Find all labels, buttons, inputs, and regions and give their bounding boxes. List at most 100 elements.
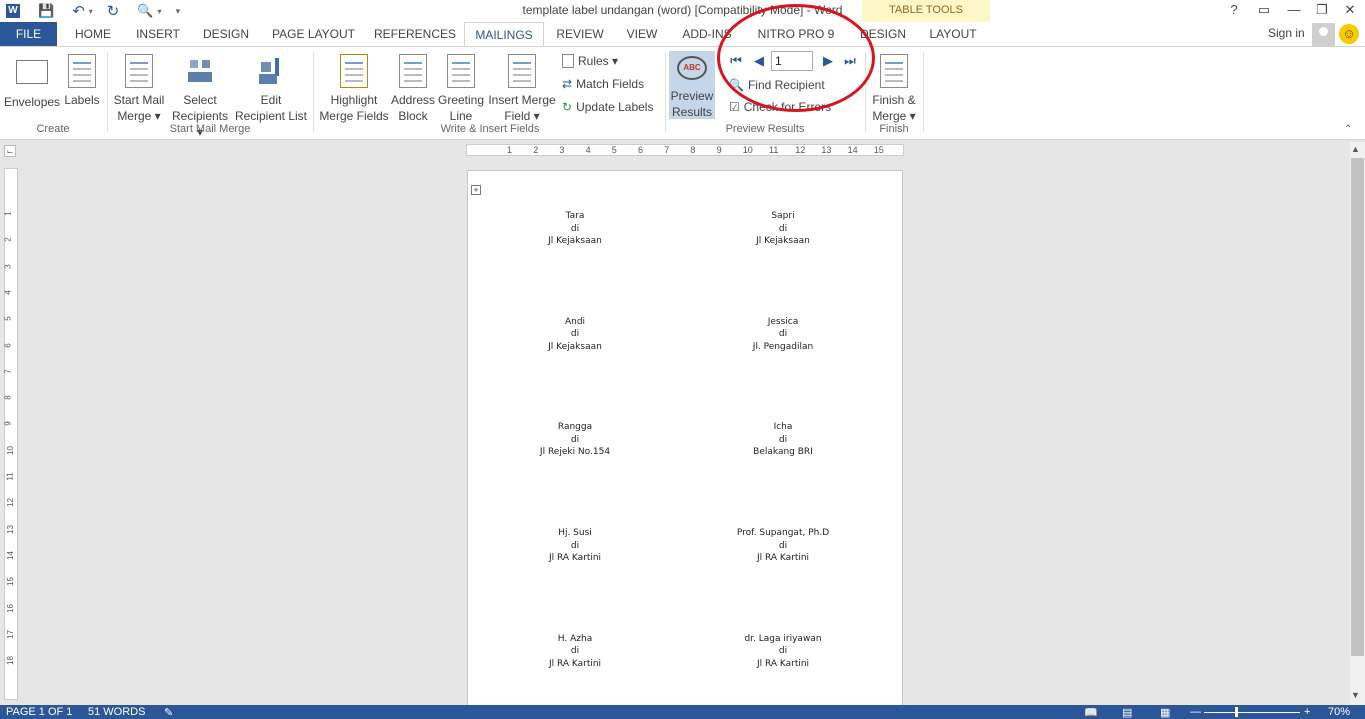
ruler-tick-label: 18 <box>5 656 15 666</box>
word-count[interactable]: 51 WORDS <box>88 706 145 718</box>
zoom-in-icon[interactable]: + <box>1304 706 1310 718</box>
match-fields-button[interactable]: ⇄ Match Fields <box>562 75 644 93</box>
tab-references[interactable]: REFERENCES <box>372 22 458 46</box>
ruler-tick-label: 13 <box>821 145 832 155</box>
zoom-slider[interactable] <box>1204 712 1300 713</box>
avatar[interactable] <box>1312 23 1335 46</box>
mailing-label[interactable]: Icha di Belakang BRI <box>683 421 883 459</box>
mailing-label[interactable]: H. Azha di Jl RA Kartini <box>475 633 675 671</box>
rules-label: Rules ▾ <box>578 54 619 68</box>
mailing-label[interactable]: Hj. Susi di Jl RA Kartini <box>475 527 675 565</box>
ruler-tick-label: 7 <box>3 369 13 374</box>
tab-insert[interactable]: INSERT <box>130 22 186 46</box>
print-layout-icon[interactable]: ▤ <box>1122 706 1132 719</box>
help-button[interactable]: ? <box>1220 0 1248 22</box>
web-layout-icon[interactable]: ▦ <box>1160 706 1170 719</box>
labels-icon <box>68 54 96 88</box>
label-address: Jl Kejaksaan <box>548 236 602 246</box>
insert-merge-field-button[interactable]: Insert Merge Field ▾ <box>486 54 558 124</box>
read-mode-icon[interactable]: 📖 <box>1084 706 1098 719</box>
document-page[interactable]: + Tara di Jl Kejaksaan Sapri di Jl Kejaksaan A… <box>467 170 903 710</box>
ruler-tick-label: 1 <box>507 145 513 155</box>
send-feedback-smiley-icon[interactable]: ☺ <box>1339 24 1359 44</box>
ruler-tick-label: 3 <box>3 263 13 269</box>
tab-file[interactable]: FILE <box>0 22 57 46</box>
ruler-tick-label: 5 <box>611 145 617 155</box>
match-fields-icon: ⇄ <box>562 77 573 91</box>
mailing-label[interactable]: Prof. Supangat, Ph.D di Jl RA Kartini <box>683 527 883 565</box>
mailing-label[interactable]: Jessica di Jl. Pengadilan <box>683 316 883 354</box>
ruler-tick-label: 9 <box>716 145 722 155</box>
zoom-level[interactable]: 70% <box>1328 706 1350 718</box>
update-labels-button[interactable]: ↻ Update Labels <box>562 98 653 116</box>
ruler-tick-label: 2 <box>533 145 539 155</box>
mailing-label[interactable]: Andi di Jl Kejaksaan <box>475 316 675 354</box>
edit-recipient-list-button[interactable]: Edit Recipient List <box>234 54 308 124</box>
finish-merge-label-1: Finish & <box>872 93 916 107</box>
envelopes-label: Envelopes <box>4 95 61 109</box>
ruler-tick-label: 3 <box>559 145 565 155</box>
page-count[interactable]: PAGE 1 OF 1 <box>6 706 72 718</box>
table-tools-label: TABLE TOOLS <box>889 4 963 16</box>
finish-merge-button[interactable]: Finish & Merge ▾ <box>868 54 920 124</box>
insert-merge-field-label-1: Insert Merge <box>488 93 556 107</box>
ruler-tick-label: 8 <box>690 145 696 155</box>
tab-design[interactable]: DESIGN <box>197 22 255 46</box>
restore-button[interactable]: ❐ <box>1308 0 1336 22</box>
mailing-label[interactable]: Sapri di Jl Kejaksaan <box>683 210 883 248</box>
zoom-slider-thumb[interactable] <box>1235 707 1238 717</box>
ruler-tick-label: 6 <box>638 145 644 155</box>
address-block-button[interactable]: Address Block <box>390 54 436 124</box>
ribbon-display-options-icon[interactable]: ▭ <box>1250 0 1278 22</box>
minimize-button[interactable]: — <box>1280 0 1308 22</box>
group-separator <box>923 52 924 132</box>
ruler-tick-label: 16 <box>5 603 15 613</box>
label-di: di <box>778 646 788 657</box>
close-button[interactable]: ✕ <box>1336 0 1364 22</box>
scrollbar-thumb[interactable] <box>1351 158 1364 656</box>
window-title: template label undangan (word) [Compatib… <box>522 3 843 17</box>
label-name: Rangga <box>557 422 593 433</box>
vertical-ruler[interactable]: 1 2 3 4 5 6 7 8 9 10 11 12 13 14 15 16 17 18 <box>4 168 18 700</box>
proofing-icon[interactable]: ✎ <box>164 706 173 719</box>
mailing-label[interactable]: dr. Laga iriyawan di Jl RA Kartini <box>683 633 883 671</box>
preview-results-label-1: Preview <box>670 89 714 103</box>
envelopes-button[interactable]: Envelopes <box>4 54 60 110</box>
preview-results-button[interactable]: ABC Preview Results <box>669 56 715 120</box>
zoom-out-icon[interactable]: — <box>1190 706 1201 718</box>
mailing-label[interactable]: Tara di Jl Kejaksaan <box>475 210 675 248</box>
label-di: di <box>570 646 580 657</box>
tab-selector[interactable]: ⌙ <box>4 145 16 157</box>
start-mail-merge-icon <box>125 54 153 88</box>
tab-home[interactable]: HOME <box>67 22 119 46</box>
tab-review[interactable]: REVIEW <box>552 22 608 46</box>
status-bar: PAGE 1 OF 1 51 WORDS ✎ 📖 ▤ ▦ — + 70% <box>0 705 1365 719</box>
ruler-tick-label: 15 <box>5 577 15 587</box>
greeting-line-label-2: Line <box>449 109 473 123</box>
rules-button[interactable]: Rules ▾ <box>562 52 618 70</box>
finish-merge-icon <box>880 54 908 88</box>
collapse-ribbon-icon[interactable]: ⌃ <box>1344 124 1352 135</box>
sign-in-link[interactable]: Sign in <box>1268 26 1305 40</box>
label-di: di <box>778 329 788 340</box>
labels-label: Labels <box>64 93 100 107</box>
edit-recipient-list-label-1: Edit <box>260 93 282 107</box>
horizontal-ruler[interactable]: 1 2 3 4 5 6 7 8 9 10 11 12 13 14 15 <box>466 144 904 156</box>
ruler-tick-label: 12 <box>795 145 806 155</box>
table-move-handle-icon[interactable]: + <box>471 185 481 195</box>
ruler-tick-label: 14 <box>847 145 858 155</box>
tab-view[interactable]: VIEW <box>618 22 666 46</box>
label-name: Jessica <box>767 316 799 327</box>
start-mail-merge-button[interactable]: Start Mail Merge ▾ <box>110 54 168 124</box>
mailing-label[interactable]: Rangga di Jl Rejeki No.154 <box>475 421 675 459</box>
greeting-line-button[interactable]: Greeting Line <box>437 54 485 124</box>
tab-mailings[interactable]: MAILINGS <box>464 22 544 46</box>
highlight-merge-fields-button[interactable]: Highlight Merge Fields <box>318 54 390 124</box>
label-di: di <box>570 434 580 445</box>
scroll-up-icon[interactable]: ▲ <box>1351 144 1360 154</box>
scroll-down-icon[interactable]: ▼ <box>1351 690 1360 700</box>
labels-button[interactable]: Labels <box>62 54 102 108</box>
tab-page-layout[interactable]: PAGE LAYOUT <box>266 22 361 46</box>
greeting-line-icon <box>447 54 475 88</box>
tab-table-layout[interactable]: LAYOUT <box>922 22 984 46</box>
